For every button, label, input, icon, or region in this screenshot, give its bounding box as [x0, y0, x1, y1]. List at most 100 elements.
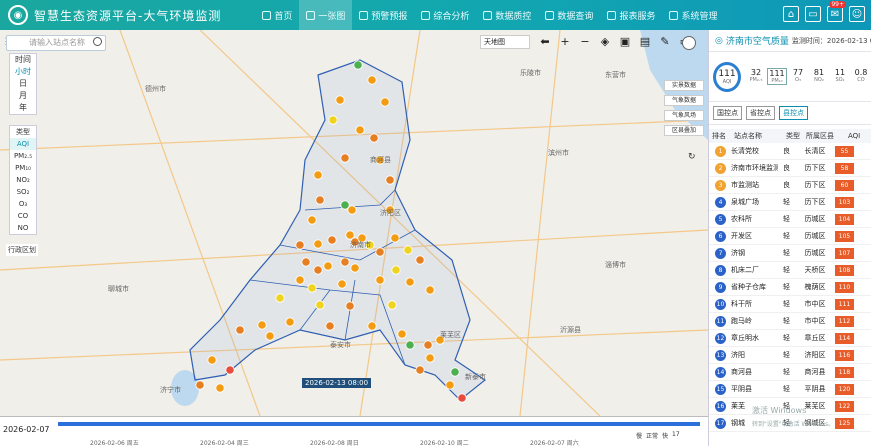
table-row[interactable]: 12 章丘明水 轻 章丘区 114: [709, 330, 871, 347]
station-marker[interactable]: [307, 215, 317, 225]
station-marker[interactable]: [313, 170, 323, 180]
speed-option[interactable]: 正常: [646, 431, 658, 440]
side-button[interactable]: 气象数据: [664, 95, 704, 106]
station-marker[interactable]: [207, 355, 217, 365]
station-marker[interactable]: [397, 329, 407, 339]
station-marker[interactable]: [295, 275, 305, 285]
timeline[interactable]: 2026-02-07 2026-02-06 周五 2026-02-04 周三 202…: [0, 416, 708, 446]
measure-icon[interactable]: ▤: [638, 35, 652, 49]
table-row[interactable]: 2 济南市环境监测站良 历下区 58: [709, 160, 871, 177]
metric-item[interactable]: 81 NO₂: [809, 68, 829, 85]
table-row[interactable]: 4 泉城广场 轻 历下区 103: [709, 194, 871, 211]
timeline-track[interactable]: [58, 422, 700, 426]
station-marker[interactable]: [353, 60, 363, 70]
home-icon[interactable]: ⌂: [783, 6, 799, 22]
station-marker[interactable]: [425, 353, 435, 363]
station-marker[interactable]: [380, 97, 390, 107]
station-marker[interactable]: [340, 257, 350, 267]
station-marker[interactable]: [335, 95, 345, 105]
station-marker[interactable]: [315, 300, 325, 310]
station-marker[interactable]: [301, 257, 311, 267]
time-option[interactable]: 小时: [10, 66, 36, 78]
speed-option[interactable]: 17: [672, 431, 680, 440]
table-row[interactable]: 7 济钢 轻 历城区 107: [709, 245, 871, 262]
search-icon[interactable]: [93, 37, 102, 46]
station-marker[interactable]: [385, 175, 395, 185]
station-marker[interactable]: [425, 285, 435, 295]
user-icon[interactable]: ☺: [849, 6, 865, 22]
compass-icon[interactable]: [682, 36, 696, 50]
station-marker[interactable]: [265, 331, 275, 341]
pollutant-option[interactable]: PM₂.₅: [10, 150, 36, 162]
station-marker[interactable]: [369, 133, 379, 143]
station-marker[interactable]: [327, 235, 337, 245]
nav-item-3[interactable]: 综合分析: [414, 0, 476, 30]
filter-chip[interactable]: 县控点: [779, 106, 808, 120]
station-marker[interactable]: [235, 325, 245, 335]
column-header[interactable]: 排名: [709, 131, 731, 141]
column-header[interactable]: AQI: [845, 132, 869, 140]
station-marker[interactable]: [457, 393, 467, 403]
station-marker[interactable]: [387, 300, 397, 310]
nav-item-4[interactable]: 数据质控: [476, 0, 538, 30]
station-marker[interactable]: [313, 265, 323, 275]
layer-select[interactable]: 天地图: [480, 35, 530, 49]
table-row[interactable]: 5 农科所 轻 历城区 104: [709, 211, 871, 228]
station-marker[interactable]: [285, 317, 295, 327]
timeline-day-label[interactable]: 2026-02-08 周日: [310, 438, 359, 446]
table-row[interactable]: 3 市监测站 良 历下区 60: [709, 177, 871, 194]
station-marker[interactable]: [367, 321, 377, 331]
station-marker[interactable]: [340, 153, 350, 163]
metric-item[interactable]: 0.8 CO: [851, 68, 871, 85]
station-marker[interactable]: [405, 340, 415, 350]
nav-item-0[interactable]: 首页: [255, 0, 299, 30]
column-header[interactable]: 站点名称: [731, 131, 783, 141]
side-button[interactable]: 区县叠加: [664, 125, 704, 136]
station-marker[interactable]: [215, 383, 225, 393]
fullscreen-icon[interactable]: ▣: [618, 35, 632, 49]
time-option[interactable]: 月: [10, 90, 36, 102]
pollutant-option[interactable]: AQI: [10, 138, 36, 150]
station-marker[interactable]: [195, 380, 205, 390]
table-row[interactable]: 10 科干所 轻 市中区 111: [709, 296, 871, 313]
station-marker[interactable]: [337, 279, 347, 289]
bell-icon[interactable]: ✉ 99+: [827, 1, 846, 22]
pollutant-option[interactable]: O₃: [10, 198, 36, 210]
timeline-day-label[interactable]: 2026-02-04 周三: [200, 438, 249, 446]
column-header[interactable]: 所属区县: [803, 131, 845, 141]
draw-icon[interactable]: ✎: [658, 35, 672, 49]
back-icon[interactable]: ⬅: [538, 35, 552, 49]
table-row[interactable]: 6 开发区 轻 历城区 105: [709, 228, 871, 245]
legend-toggle[interactable]: 行政区划: [6, 244, 38, 256]
station-marker[interactable]: [323, 261, 333, 271]
filter-chip[interactable]: 省控点: [746, 106, 775, 120]
station-marker[interactable]: [257, 320, 267, 330]
metric-item[interactable]: 32 PM₂.₅: [746, 68, 766, 85]
screen-icon[interactable]: ▭: [805, 6, 821, 22]
zoom-out-icon[interactable]: −: [578, 35, 592, 49]
station-marker[interactable]: [415, 255, 425, 265]
side-button[interactable]: 实景数据: [664, 80, 704, 91]
timeline-date[interactable]: 2026-02-07: [3, 425, 50, 434]
timeline-day-label[interactable]: 2026-02-07 周六: [530, 438, 579, 446]
station-marker[interactable]: [225, 365, 235, 375]
station-marker[interactable]: [390, 233, 400, 243]
time-option[interactable]: 年: [10, 102, 36, 114]
station-marker[interactable]: [375, 247, 385, 257]
nav-item-6[interactable]: 报表服务: [600, 0, 662, 30]
pollutant-option[interactable]: SO₂: [10, 186, 36, 198]
pollutant-option[interactable]: PM₁₀: [10, 162, 36, 174]
station-marker[interactable]: [415, 365, 425, 375]
nav-item-5[interactable]: 数据查询: [538, 0, 600, 30]
station-marker[interactable]: [405, 277, 415, 287]
station-marker[interactable]: [367, 75, 377, 85]
table-row[interactable]: 13 济阳 轻 济阳区 116: [709, 347, 871, 364]
metric-item[interactable]: 11 SO₂: [830, 68, 850, 85]
zoom-in-icon[interactable]: +: [558, 35, 572, 49]
station-marker[interactable]: [345, 301, 355, 311]
station-marker[interactable]: [325, 321, 335, 331]
speed-option[interactable]: 快: [662, 431, 668, 440]
table-row[interactable]: 11 跑马岭 轻 市中区 112: [709, 313, 871, 330]
filter-chip[interactable]: 国控点: [713, 106, 742, 120]
station-marker[interactable]: [403, 245, 413, 255]
